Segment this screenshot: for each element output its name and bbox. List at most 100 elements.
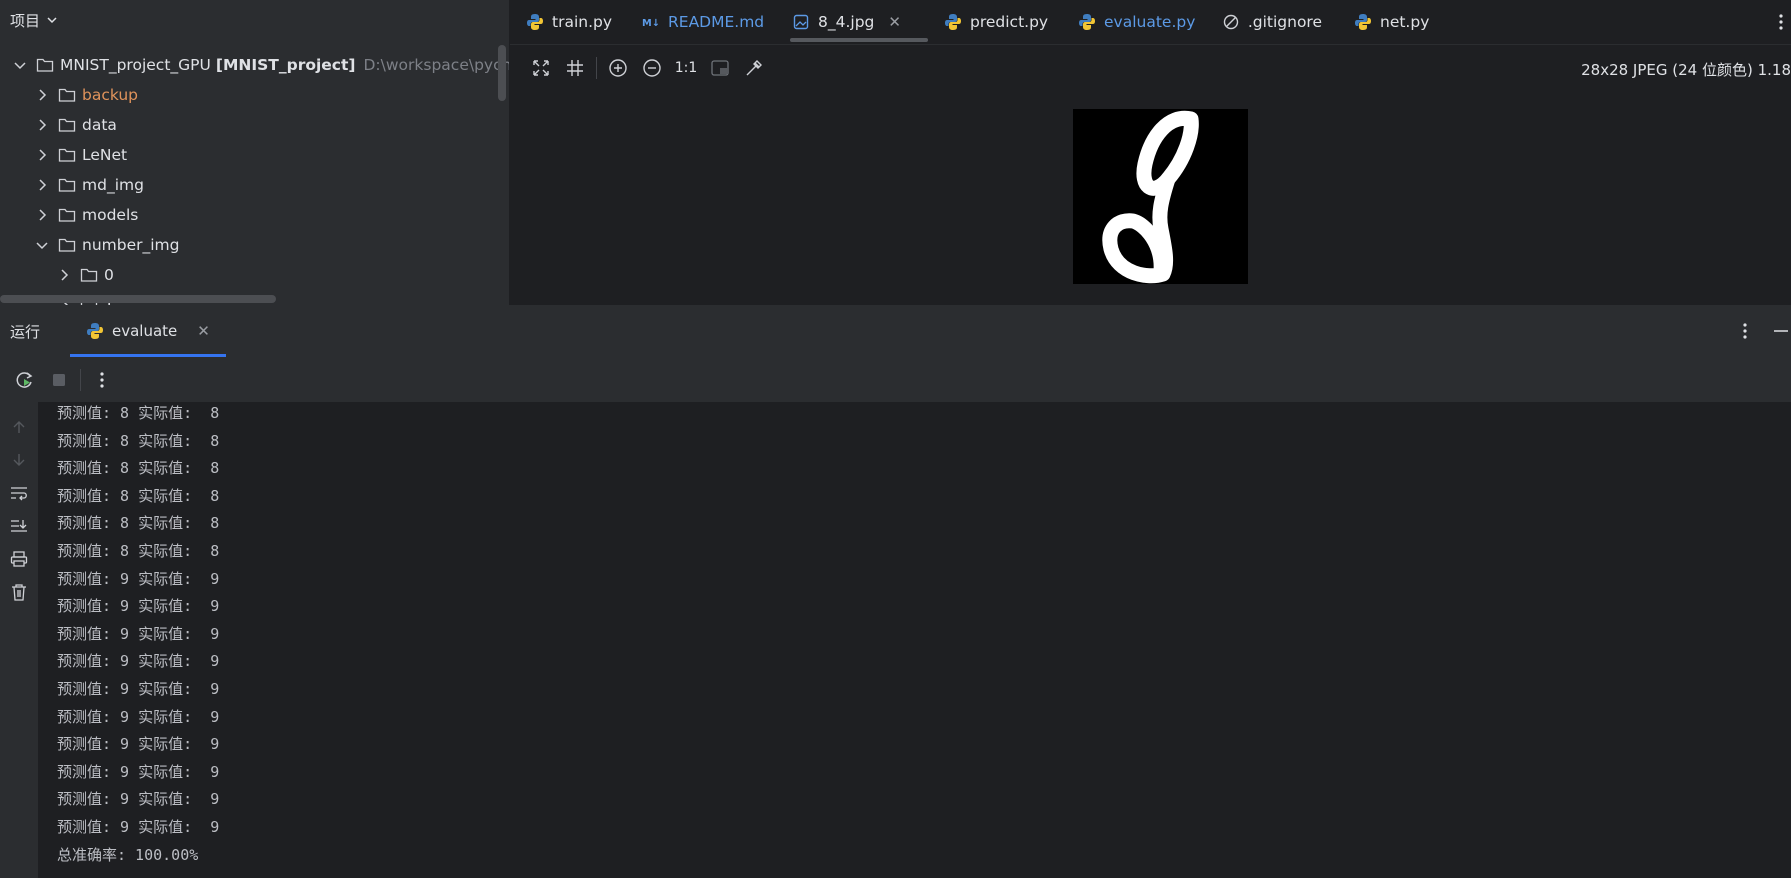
eyedropper-icon bbox=[746, 60, 762, 76]
close-icon[interactable]: ✕ bbox=[888, 13, 901, 31]
zoom-out-icon bbox=[643, 59, 661, 77]
python-icon bbox=[1078, 13, 1096, 31]
console-output[interactable]: 预测值: 8 实际值: 8 预测值: 8 实际值: 8 预测值: 8 实际值: 8 预… bbox=[57, 400, 1791, 869]
editor-tab-label: predict.py bbox=[970, 13, 1049, 31]
folder-icon bbox=[80, 267, 98, 283]
tree-item[interactable]: data bbox=[0, 110, 510, 140]
folder-icon bbox=[58, 87, 76, 103]
close-icon[interactable]: ✕ bbox=[197, 322, 210, 340]
console-line: 预测值: 8 实际值: 8 bbox=[57, 431, 220, 450]
editor-tab-label: evaluate.py bbox=[1104, 13, 1196, 31]
chevron-right-icon[interactable] bbox=[34, 177, 50, 193]
stop-button[interactable] bbox=[42, 365, 76, 395]
console-line: 预测值: 8 实际值: 8 bbox=[57, 514, 220, 533]
zoom-out-button[interactable] bbox=[635, 53, 669, 83]
background-toggle-button[interactable] bbox=[703, 53, 737, 83]
run-toolbar-more-button[interactable] bbox=[85, 365, 119, 395]
tree-item[interactable]: md_img bbox=[0, 170, 510, 200]
console-line: 总准确率: 100.00% bbox=[57, 845, 199, 864]
tree-item[interactable]: MNIST_project_GPU [MNIST_project] D:\works… bbox=[0, 50, 510, 80]
rerun-button[interactable] bbox=[8, 365, 42, 395]
print-icon bbox=[10, 550, 28, 567]
editor-tab[interactable]: evaluate.py bbox=[1062, 0, 1206, 44]
tree-item[interactable]: number_img bbox=[0, 230, 510, 260]
chevron-right-icon[interactable] bbox=[34, 87, 50, 103]
tree-item[interactable]: LeNet bbox=[0, 140, 510, 170]
editor-tab-label: train.py bbox=[552, 13, 613, 31]
project-panel: 项目 MNIST_project_GPU [MNIST_project] D:\wo… bbox=[0, 0, 510, 305]
chevron-down-icon[interactable] bbox=[46, 14, 58, 26]
console-line: 预测值: 9 实际值: 9 bbox=[57, 707, 220, 726]
console-line: 预测值: 9 实际值: 9 bbox=[57, 735, 220, 754]
tree-horizontal-scrollbar[interactable] bbox=[0, 295, 276, 303]
tabs-more-icon[interactable] bbox=[1771, 10, 1791, 34]
tree-item-label: backup bbox=[82, 86, 139, 104]
color-picker-button[interactable] bbox=[737, 53, 771, 83]
chevron-right-icon[interactable] bbox=[34, 147, 50, 163]
trash-icon bbox=[12, 583, 26, 601]
console-line: 预测值: 9 实际值: 9 bbox=[57, 597, 220, 616]
grid-icon bbox=[567, 60, 583, 76]
scroll-up-button[interactable] bbox=[0, 410, 38, 443]
folder-icon bbox=[58, 237, 76, 253]
tree-item-path: D:\workspace\pycharm bbox=[363, 56, 511, 74]
editor-tab[interactable]: 8_4.jpg ✕ bbox=[776, 0, 928, 44]
clear-console-button[interactable] bbox=[0, 575, 38, 608]
chevron-right-icon[interactable] bbox=[34, 207, 50, 223]
editor-tab[interactable]: train.py bbox=[510, 0, 626, 44]
run-tab-evaluate[interactable]: evaluate ✕ bbox=[70, 305, 226, 357]
chevron-right-icon[interactable] bbox=[56, 267, 72, 283]
image-icon bbox=[792, 13, 810, 31]
console-line: 预测值: 9 实际值: 9 bbox=[57, 817, 220, 836]
arrow-up-icon bbox=[13, 420, 25, 433]
actual-size-button[interactable]: 1:1 bbox=[669, 53, 703, 83]
zoom-in-button[interactable] bbox=[601, 53, 635, 83]
image-preview bbox=[1073, 109, 1248, 284]
run-tool-window: 运行 evaluate ✕ 预测值: 8 实际值: 8 预测值: 8 实际值: … bbox=[0, 305, 1791, 878]
editor-tabs: train.py M↓ README.md 8_4.jpg ✕ predict.py eva… bbox=[510, 0, 1791, 45]
soft-wrap-icon bbox=[11, 486, 27, 500]
tree-vertical-scrollbar[interactable] bbox=[498, 45, 506, 101]
python-icon bbox=[944, 13, 962, 31]
editor-area: train.py M↓ README.md 8_4.jpg ✕ predict.py eva… bbox=[510, 0, 1791, 305]
tree-item[interactable]: 0 bbox=[0, 260, 510, 290]
tree-item-label: MNIST_project_GPU bbox=[60, 56, 211, 74]
image-info: 28x28 JPEG (24 位颜色) 1.18 bbox=[1581, 61, 1791, 79]
python-icon bbox=[86, 322, 104, 340]
grid-toggle-button[interactable] bbox=[558, 53, 592, 83]
tree-item-module: [MNIST_project] bbox=[215, 56, 356, 74]
tree-item[interactable]: models bbox=[0, 200, 510, 230]
fit-to-window-button[interactable] bbox=[524, 53, 558, 83]
tree-item-label: 0 bbox=[104, 266, 114, 284]
more-vertical-icon bbox=[100, 372, 104, 388]
editor-tab[interactable]: .gitignore bbox=[1206, 0, 1338, 44]
chevron-down-icon[interactable] bbox=[12, 57, 28, 73]
console-line: 预测值: 9 实际值: 9 bbox=[57, 790, 220, 809]
console-line: 预测值: 9 实际值: 9 bbox=[57, 679, 220, 698]
tree-item-label: number_img bbox=[82, 236, 180, 254]
scroll-to-end-button[interactable] bbox=[0, 509, 38, 542]
minimize-icon[interactable] bbox=[1771, 319, 1791, 343]
console-line: 预测值: 9 实际值: 9 bbox=[57, 762, 220, 781]
project-panel-header[interactable]: 项目 bbox=[0, 0, 510, 40]
editor-tab[interactable]: net.py bbox=[1338, 0, 1438, 44]
image-toolbar: 1:1 28x28 JPEG (24 位颜色) 1.18 bbox=[510, 45, 1791, 91]
background-icon bbox=[711, 60, 729, 76]
scroll-down-button[interactable] bbox=[0, 443, 38, 476]
chevron-right-icon[interactable] bbox=[34, 117, 50, 133]
editor-tab[interactable]: predict.py bbox=[928, 0, 1062, 44]
run-tab-label: evaluate bbox=[112, 322, 178, 340]
soft-wrap-button[interactable] bbox=[0, 476, 38, 509]
print-button[interactable] bbox=[0, 542, 38, 575]
console-line: 预测值: 9 实际值: 9 bbox=[57, 569, 220, 588]
project-tree: MNIST_project_GPU [MNIST_project] D:\works… bbox=[0, 50, 510, 305]
tree-item-label: data bbox=[82, 116, 117, 134]
chevron-down-icon[interactable] bbox=[34, 237, 50, 253]
editor-tab-label: 8_4.jpg bbox=[818, 13, 875, 31]
run-more-icon[interactable] bbox=[1735, 319, 1755, 343]
toolbar-separator bbox=[80, 369, 81, 391]
editor-tab[interactable]: M↓ README.md bbox=[626, 0, 776, 44]
tree-item[interactable]: backup bbox=[0, 80, 510, 110]
run-side-toolbar bbox=[0, 402, 38, 878]
svg-text:M↓: M↓ bbox=[642, 18, 660, 29]
